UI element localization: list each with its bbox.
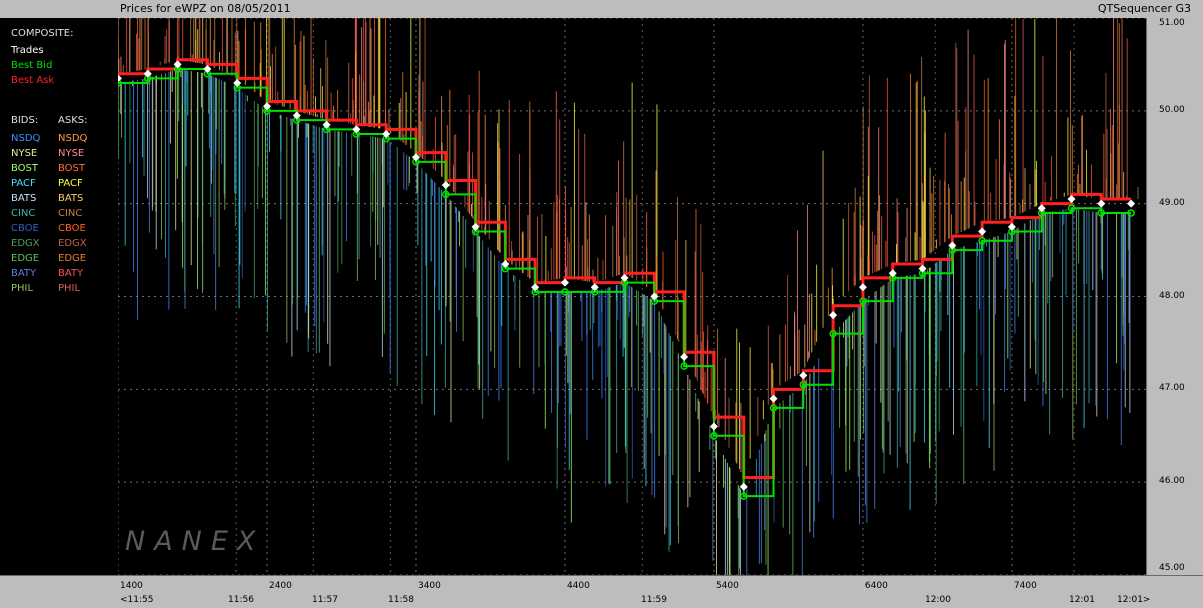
chart-title: Prices for eWPZ on 08/05/2011 (120, 2, 291, 15)
y-axis: 45.00 46.00 47.00 48.00 49.00 50.00 51.00 (1146, 18, 1203, 575)
y-tick-label: 45.00 (1159, 563, 1185, 573)
title-bar: Prices for eWPZ on 08/05/2011 QTSequence… (0, 0, 1203, 19)
legend-trades: Trades (11, 45, 44, 56)
x-time-label: 11:58 (388, 595, 414, 605)
legend-ask-edge: EDGE (58, 253, 87, 264)
x-sequence-label: 2400 (268, 581, 292, 591)
x-sequence-label: 6400 (864, 581, 888, 591)
x-sequence-label: 1400 (120, 581, 143, 591)
legend-ask-pacf: PACF (58, 178, 83, 189)
app-name: QTSequencer G3 (1097, 2, 1191, 15)
watermark: NANEX (125, 526, 265, 557)
legend-ask-bost: BOST (58, 163, 86, 174)
legend-bid-cboe: CBOE (11, 223, 39, 234)
bids-header: BIDS: (11, 115, 39, 126)
legend-ask-nsdq: NSDQ (58, 133, 88, 144)
x-time-label: 11:59 (641, 595, 667, 605)
legend-bid-bost: BOST (11, 163, 39, 174)
legend-panel: COMPOSITE: Trades Best Bid Best Ask BIDS… (0, 18, 119, 591)
y-tick-label: 50.00 (1159, 104, 1185, 115)
legend-best-bid: Best Bid (11, 60, 53, 71)
legend-bid-nyse: NYSE (11, 148, 38, 159)
x-sequence-label: 4400 (566, 581, 590, 591)
y-tick-label: 49.00 (1159, 197, 1185, 208)
x-time-label: 12:01 (1069, 595, 1095, 605)
composite-label: COMPOSITE: (11, 28, 74, 39)
x-time-label: <11:55 (120, 595, 154, 605)
x-time-label: 11:57 (312, 595, 338, 605)
y-tick-label: 46.00 (1159, 476, 1185, 487)
y-tick-label: 51.00 (1159, 18, 1185, 28)
legend-ask-nyse: NYSE (58, 148, 85, 159)
legend-ask-phil: PHIL (58, 283, 81, 294)
legend-ask-cinc: CINC (58, 208, 83, 219)
legend-bid-phil: PHIL (11, 283, 34, 294)
legend-ask-baty: BATY (58, 268, 84, 279)
legend-bid-edge: EDGE (11, 253, 40, 264)
legend-bid-cinc: CINC (11, 208, 36, 219)
asks-header: ASKS: (58, 115, 88, 126)
x-time-label: 11:56 (228, 595, 254, 605)
x-time-label: 12:00 (925, 595, 951, 605)
x-sequence-label: 5400 (715, 581, 739, 591)
x-time-label: 12:01> (1117, 595, 1151, 605)
legend-bid-edgx: EDGX (11, 238, 40, 249)
legend-bid-baty: BATY (11, 268, 37, 279)
legend-ask-bats: BATS (58, 193, 84, 204)
legend-bid-nsdq: NSDQ (11, 133, 41, 144)
x-sequence-label: 7400 (1013, 581, 1037, 591)
x-axis: 1400 2400 3400 4400 5400 6400 7400 <11:55 11:56 1… (0, 575, 1203, 608)
legend-ask-cboe: CBOE (58, 223, 86, 234)
legend-bid-bats: BATS (11, 193, 37, 204)
y-tick-label: 47.00 (1159, 383, 1185, 394)
price-chart (118, 18, 1146, 575)
legend-ask-edgx: EDGX (58, 238, 87, 249)
x-sequence-label: 3400 (417, 581, 441, 591)
legend-best-ask: Best Ask (11, 75, 55, 86)
y-tick-label: 48.00 (1159, 290, 1185, 301)
legend-bid-pacf: PACF (11, 178, 36, 189)
